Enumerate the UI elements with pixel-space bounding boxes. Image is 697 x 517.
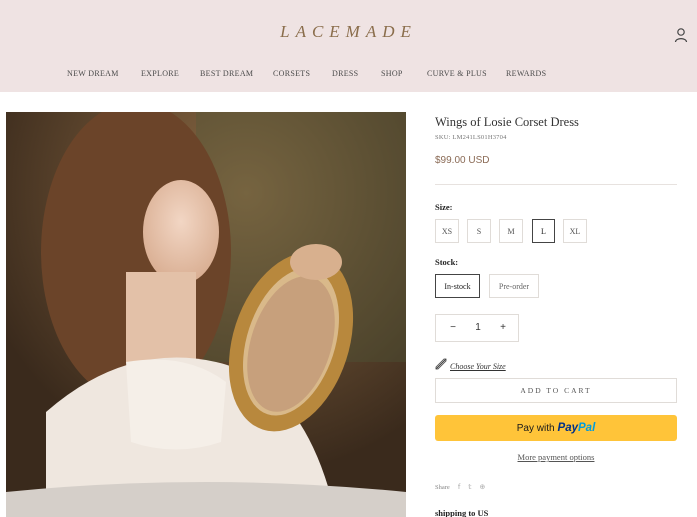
share-label: Share [435, 483, 450, 491]
size-option-xs[interactable]: XS [435, 219, 459, 243]
size-option-s[interactable]: S [467, 219, 491, 243]
product-sku: SKU: LM241LS01H3704 [435, 134, 507, 141]
brand-logo[interactable]: LACEMADE [0, 22, 697, 42]
size-label: Size: [435, 202, 453, 212]
quantity-increase-button[interactable]: + [490, 315, 516, 341]
paypal-logo: PayPal [557, 422, 596, 434]
twitter-icon[interactable]: 𝕥 [468, 483, 471, 491]
nav-item-corsets[interactable]: CORSETS [273, 69, 310, 78]
product-price: $99.00 USD [435, 155, 490, 166]
add-to-cart-button[interactable]: ADD TO CART [435, 378, 677, 403]
size-option-m[interactable]: M [499, 219, 523, 243]
user-icon[interactable] [673, 27, 689, 43]
site-header: LACEMADE NEW DREAM EXPLORE BEST DREAM CO… [0, 0, 697, 92]
size-option-l[interactable]: L [532, 219, 555, 243]
nav-item-dress[interactable]: DRESS [332, 69, 358, 78]
nav-item-shop[interactable]: SHOP [381, 69, 403, 78]
share-row: Share f 𝕥 ⊕ [435, 482, 485, 492]
stock-label: Stock: [435, 257, 459, 267]
nav-item-new-dream[interactable]: NEW DREAM [67, 69, 119, 78]
nav-item-explore[interactable]: EXPLORE [141, 69, 179, 78]
quantity-value[interactable]: 1 [465, 315, 491, 341]
facebook-icon[interactable]: f [458, 483, 460, 491]
product-title: Wings of Losie Corset Dress [435, 115, 579, 129]
stock-option-pre-order[interactable]: Pre-order [489, 274, 539, 298]
size-guide-link[interactable]: Choose Your Size [435, 357, 506, 375]
quantity-stepper: − 1 + [435, 314, 519, 342]
paypal-button[interactable]: Pay with PayPal [435, 415, 677, 441]
shipping-title: shipping to US [435, 508, 489, 517]
ruler-icon [435, 357, 447, 375]
more-payment-options-link[interactable]: More payment options [518, 452, 595, 462]
pinterest-icon[interactable]: ⊕ [480, 483, 486, 491]
stock-option-in-stock[interactable]: In-stock [435, 274, 480, 298]
nav-item-best-dream[interactable]: BEST DREAM [200, 69, 253, 78]
size-guide-label[interactable]: Choose Your Size [450, 362, 506, 371]
product-image[interactable] [6, 112, 406, 517]
main-nav: NEW DREAM EXPLORE BEST DREAM CORSETS DRE… [0, 69, 697, 81]
quantity-decrease-button[interactable]: − [440, 315, 466, 341]
paypal-prefix: Pay with [516, 422, 555, 434]
nav-item-curve-plus[interactable]: CURVE & PLUS [427, 69, 487, 78]
nav-item-rewards[interactable]: REWARDS [506, 69, 546, 78]
more-payment-options: More payment options [435, 452, 677, 462]
divider [435, 184, 677, 185]
size-option-xl[interactable]: XL [563, 219, 587, 243]
